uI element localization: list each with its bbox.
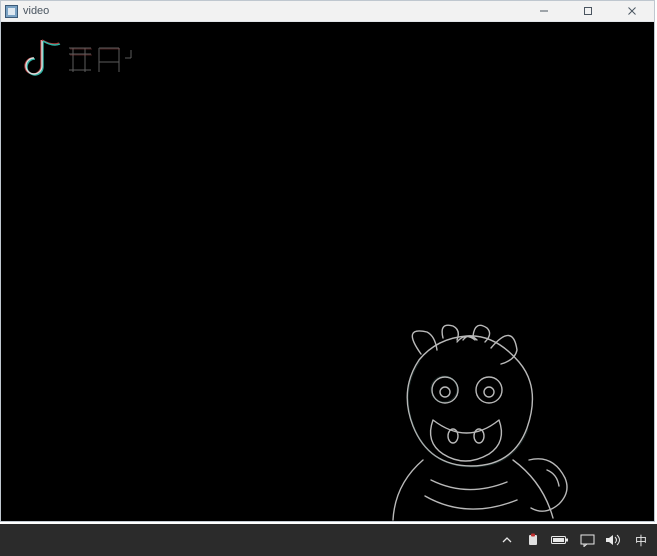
window-controls <box>522 1 654 21</box>
battery-icon[interactable] <box>551 524 569 556</box>
maximize-button[interactable] <box>566 1 610 21</box>
action-center-icon[interactable] <box>579 524 595 556</box>
titlebar: video <box>1 1 654 22</box>
window-title: video <box>23 5 49 17</box>
ime-indicator[interactable]: 中 <box>631 524 651 556</box>
cartoon-cow-figure <box>371 320 601 521</box>
minimize-button[interactable] <box>522 1 566 21</box>
tray-app-icon[interactable] <box>525 524 541 556</box>
douyin-watermark-icon <box>13 34 153 86</box>
tray-overflow-button[interactable] <box>499 524 515 556</box>
taskbar: 中 <box>0 524 657 556</box>
close-button[interactable] <box>610 1 654 21</box>
video-viewport <box>1 22 654 521</box>
volume-icon[interactable] <box>605 524 621 556</box>
app-window: video <box>0 0 655 522</box>
system-tray: 中 <box>499 524 651 556</box>
title-left: video <box>5 5 49 18</box>
app-icon <box>5 5 18 18</box>
